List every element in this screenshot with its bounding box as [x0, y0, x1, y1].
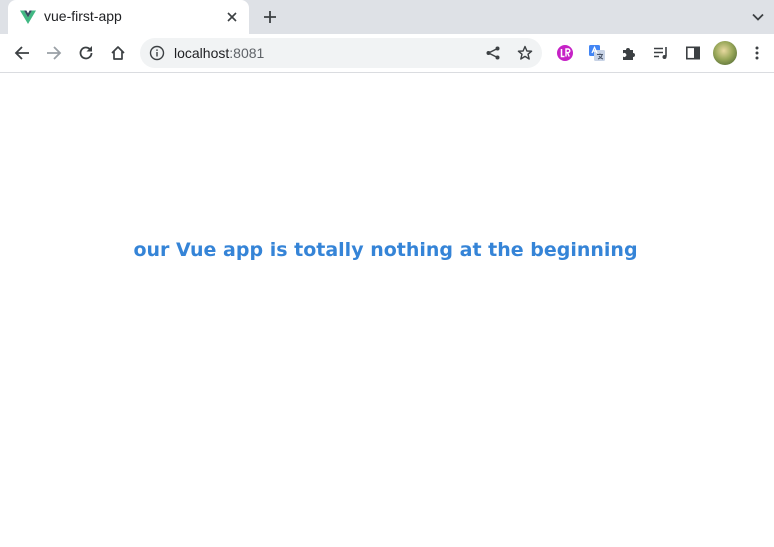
- reload-icon: [79, 46, 93, 60]
- url-port: :8081: [229, 45, 265, 61]
- star-icon: [517, 45, 533, 60]
- home-icon: [111, 46, 125, 60]
- close-tab-button[interactable]: [224, 9, 240, 25]
- lr-extension-button[interactable]: [551, 39, 579, 67]
- new-tab-button[interactable]: [258, 5, 282, 29]
- browser-toolbar: localhost:8081: [0, 34, 774, 73]
- extensions-button[interactable]: [615, 39, 643, 67]
- media-queue-icon: [654, 47, 667, 59]
- translate-extension-button[interactable]: [583, 39, 611, 67]
- page-heading: our Vue app is totally nothing at the be…: [133, 239, 638, 261]
- share-button[interactable]: [482, 42, 504, 64]
- share-icon: [486, 46, 500, 60]
- translate-extension-icon: [589, 45, 605, 61]
- info-icon[interactable]: [148, 44, 166, 62]
- forward-button[interactable]: [40, 39, 68, 67]
- forward-arrow-icon: [47, 46, 62, 60]
- browser-menu-button[interactable]: [743, 39, 771, 67]
- puzzle-icon: [623, 48, 635, 60]
- tab-strip: vue-first-app: [0, 0, 774, 34]
- side-panel-button[interactable]: [679, 39, 707, 67]
- back-button[interactable]: [8, 39, 36, 67]
- vue-logo-icon: [20, 10, 36, 24]
- profile-avatar[interactable]: [713, 41, 737, 65]
- url-text[interactable]: localhost:8081: [174, 45, 264, 61]
- side-panel-icon: [685, 46, 700, 60]
- back-arrow-icon: [14, 46, 29, 60]
- page-content: our Vue app is totally nothing at the be…: [0, 73, 774, 547]
- tab-search-button[interactable]: [746, 5, 770, 29]
- kebab-menu-icon: [755, 46, 759, 60]
- reload-button[interactable]: [72, 39, 100, 67]
- tab-title: vue-first-app: [44, 8, 122, 24]
- chevron-down-icon: [752, 13, 764, 21]
- url-host: localhost: [174, 45, 230, 61]
- close-icon: [227, 12, 237, 22]
- home-button[interactable]: [104, 39, 132, 67]
- bookmark-button[interactable]: [514, 42, 536, 64]
- address-bar[interactable]: localhost:8081: [140, 38, 542, 68]
- tab-vue-first-app[interactable]: vue-first-app: [8, 0, 249, 34]
- lr-extension-icon: [557, 45, 573, 61]
- media-queue-button[interactable]: [647, 39, 675, 67]
- plus-icon: [264, 11, 276, 23]
